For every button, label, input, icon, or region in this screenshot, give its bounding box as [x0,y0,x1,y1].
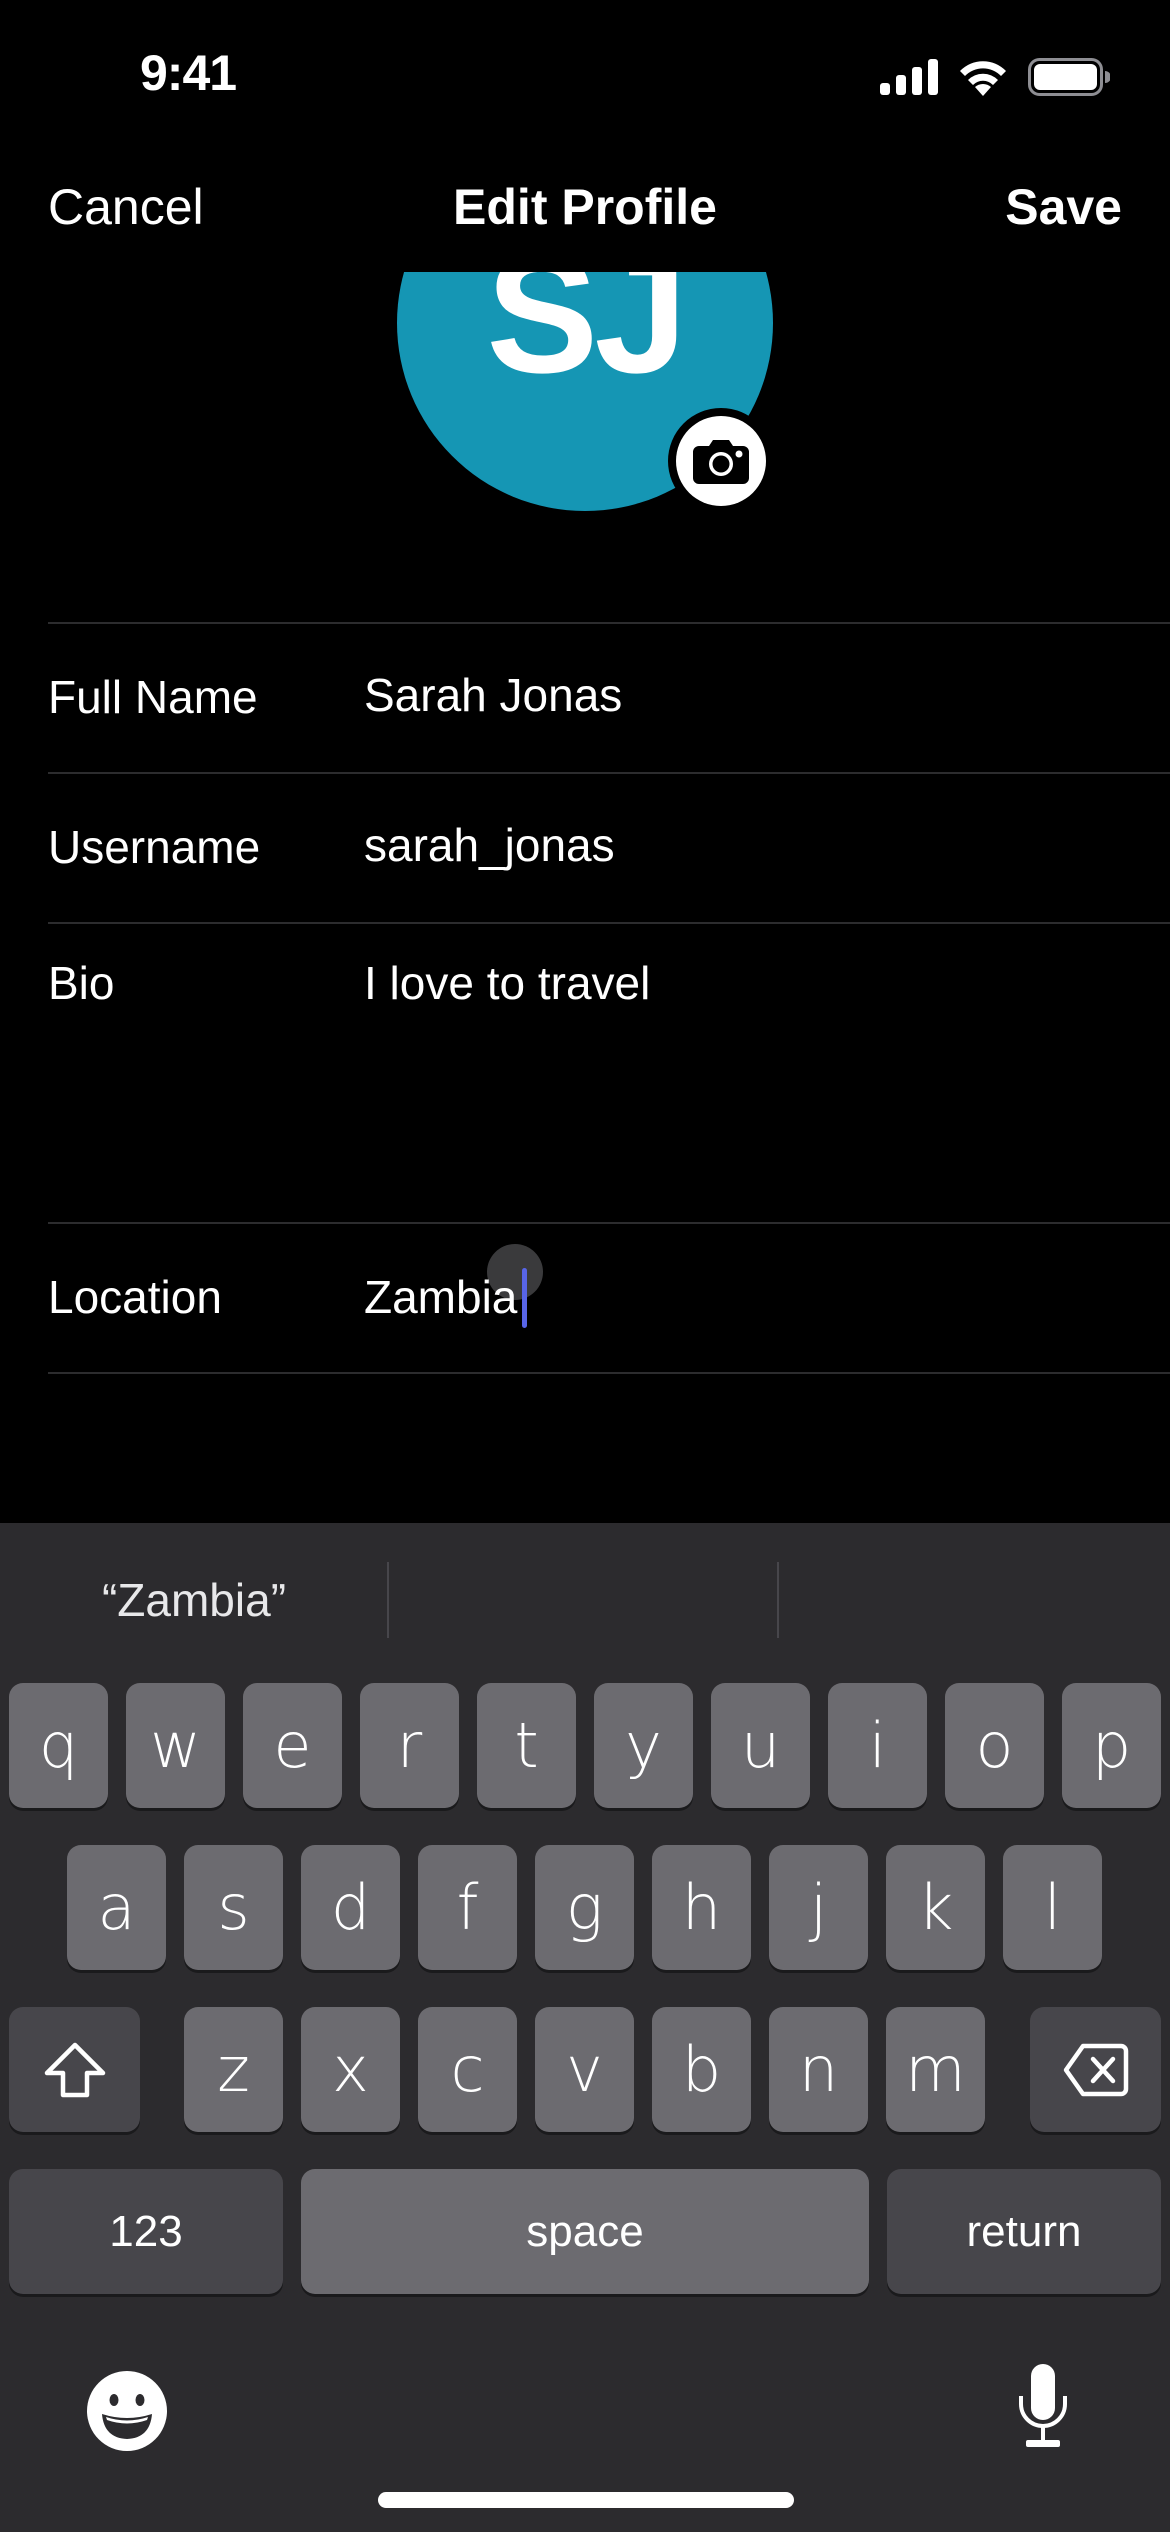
key-u[interactable]: u [711,1683,810,1808]
location-label: Location [48,1271,222,1323]
wifi-icon [960,61,1006,96]
key-g[interactable]: g [535,1845,634,1970]
divider [48,1222,1170,1224]
text-cursor [522,1268,527,1328]
key-l[interactable]: l [1003,1845,1102,1970]
key-a[interactable]: a [67,1845,166,1970]
bio-label: Bio [48,957,115,1009]
suggestion-divider [777,1562,779,1638]
divider [48,1372,1170,1374]
delete-backspace-icon [1063,2043,1128,2096]
key-j[interactable]: j [769,1845,868,1970]
shift-key[interactable] [9,2007,140,2132]
username-label: Username [48,821,261,873]
key-n[interactable]: n [769,2007,868,2132]
key-w[interactable]: w [126,1683,225,1808]
dictation-button[interactable] [1005,2362,1081,2452]
numbers-key[interactable]: 123 [9,2169,283,2294]
full-name-field[interactable] [364,668,1124,722]
suggestion-3[interactable] [780,1560,1170,1640]
divider [48,922,1170,924]
key-b[interactable]: b [652,2007,751,2132]
save-button[interactable]: Save [1005,178,1122,236]
key-k[interactable]: k [886,1845,985,1970]
key-s[interactable]: s [184,1845,283,1970]
suggestion-divider [387,1562,389,1638]
space-key[interactable]: space [301,2169,869,2294]
suggestion-2[interactable] [390,1560,778,1640]
avatar-initials: SJ [486,272,687,408]
full-name-label: Full Name [48,671,258,723]
key-r[interactable]: r [360,1683,459,1808]
battery-icon [1028,58,1110,96]
home-indicator[interactable] [378,2492,794,2508]
key-c[interactable]: c [418,2007,517,2132]
shift-icon [44,2042,105,2097]
microphone-icon [1019,2364,1067,2447]
status-time: 9:41 [140,45,237,101]
divider [48,772,1170,774]
suggestion-1[interactable]: “Zambia” [0,1560,388,1640]
key-m[interactable]: m [886,2007,985,2132]
username-field[interactable] [364,818,1124,872]
key-x[interactable]: x [301,2007,400,2132]
key-v[interactable]: v [535,2007,634,2132]
key-f[interactable]: f [418,1845,517,1970]
change-photo-button[interactable] [668,408,774,514]
key-p[interactable]: p [1062,1683,1161,1808]
key-z[interactable]: z [184,2007,283,2132]
camera-icon [693,440,749,484]
delete-key[interactable] [1030,2007,1161,2132]
key-q[interactable]: q [9,1683,108,1808]
emoji-button[interactable] [85,2369,169,2453]
navigation-bar: Cancel Edit Profile Save [0,150,1170,270]
bio-field[interactable]: I love to travel [364,956,1124,1216]
divider [48,622,1170,624]
status-icons [880,58,1110,96]
return-key[interactable]: return [887,2169,1161,2294]
key-y[interactable]: y [594,1683,693,1808]
key-h[interactable]: h [652,1845,751,1970]
key-e[interactable]: e [243,1683,342,1808]
cancel-button[interactable]: Cancel [48,178,204,236]
cellular-signal-icon [880,59,938,95]
key-t[interactable]: t [477,1683,576,1808]
location-field[interactable]: Zambia [364,1270,1124,1324]
key-d[interactable]: d [301,1845,400,1970]
emoji-icon [87,2371,167,2451]
key-i[interactable]: i [828,1683,927,1808]
key-o[interactable]: o [945,1683,1044,1808]
avatar-container: SJ [0,272,1170,532]
